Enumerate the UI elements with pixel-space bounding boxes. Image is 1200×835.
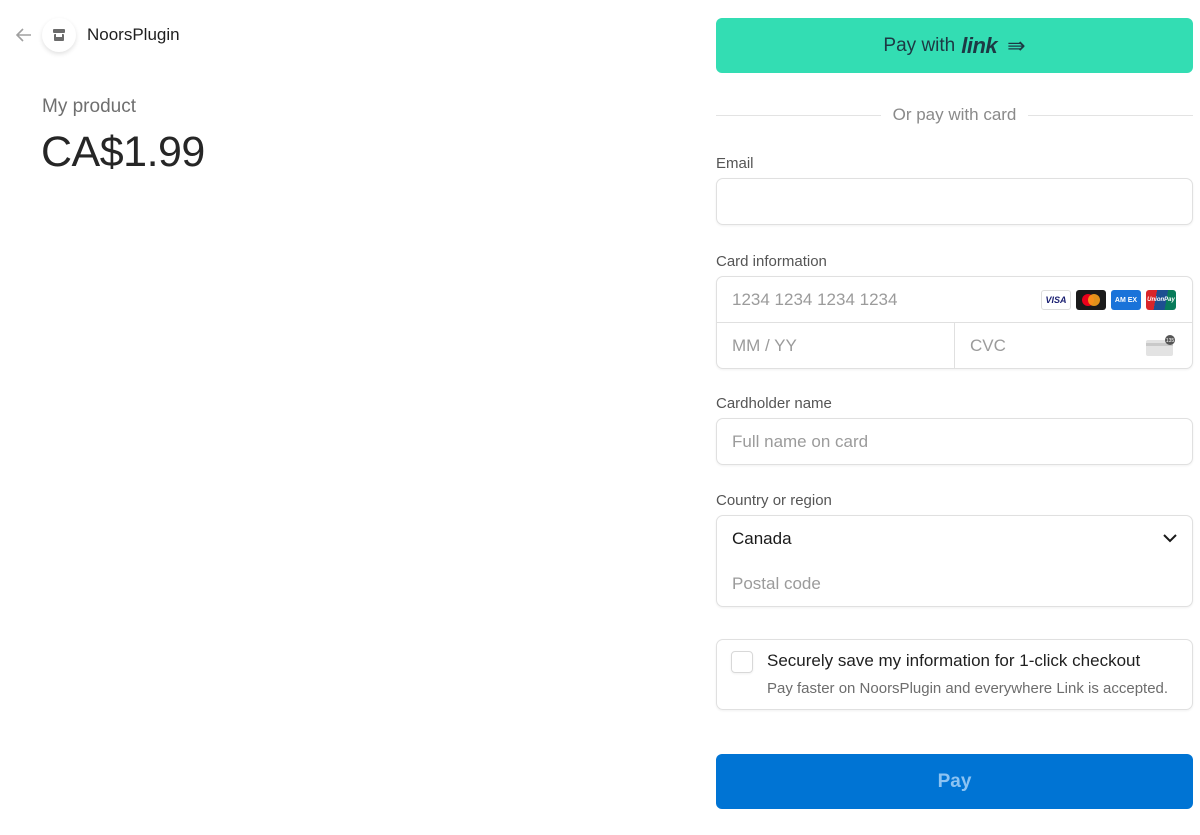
country-select[interactable]: Canada <box>717 516 1192 561</box>
postal-row <box>717 561 1192 606</box>
email-input[interactable] <box>717 179 1192 224</box>
save-info-checkbox[interactable] <box>731 651 753 673</box>
pay-button[interactable]: Pay <box>716 754 1193 809</box>
brand-logo <box>42 18 76 52</box>
postal-code-input[interactable] <box>717 561 1192 606</box>
mastercard-icon <box>1076 290 1106 310</box>
divider-text: Or pay with card <box>892 105 1017 124</box>
double-arrow-right-icon: ⇛ <box>1007 32 1026 58</box>
cvc-card-icon: 135 <box>1146 335 1175 356</box>
country-label: Country or region <box>716 492 832 509</box>
store-icon <box>53 29 65 41</box>
visa-icon: VISA <box>1041 290 1071 310</box>
link-button-prefix: Pay with <box>883 34 956 56</box>
unionpay-icon: UnionPay <box>1146 290 1176 310</box>
divider-line <box>1028 114 1194 116</box>
cardholder-box <box>716 418 1193 465</box>
payment-panel: Pay with link ⇛ Or pay with card Email C… <box>617 0 1200 835</box>
order-summary-panel: NoorsPlugin My product CA$1.99 <box>0 0 617 835</box>
header: NoorsPlugin <box>14 18 180 52</box>
chevron-down-icon <box>1163 534 1177 543</box>
save-info-description: Pay faster on NoorsPlugin and everywhere… <box>767 680 1169 697</box>
cvc-cell: 135 <box>954 323 1192 368</box>
or-divider: Or pay with card <box>716 105 1194 125</box>
expiry-cell <box>717 323 954 368</box>
save-info-title: Securely save my information for 1-click… <box>767 651 1141 670</box>
save-info-box: Securely save my information for 1-click… <box>716 639 1193 710</box>
email-label: Email <box>716 155 754 172</box>
card-expiry-cvc-row: 135 <box>717 322 1192 368</box>
divider-line <box>716 114 881 116</box>
cardholder-name-input[interactable] <box>717 419 1192 464</box>
back-button[interactable] <box>14 25 34 45</box>
product-name: My product <box>42 96 136 117</box>
product-price: CA$1.99 <box>41 128 205 176</box>
brand-name: NoorsPlugin <box>87 25 180 44</box>
card-brands: VISA AM EX UnionPay <box>1041 290 1176 310</box>
card-info-box: VISA AM EX UnionPay <box>716 276 1193 369</box>
pay-with-link-button[interactable]: Pay with link ⇛ <box>716 18 1193 73</box>
country-box: Canada <box>716 515 1193 607</box>
country-selected: Canada <box>732 528 792 548</box>
cardholder-label: Cardholder name <box>716 395 832 412</box>
arrow-left-icon <box>16 28 31 42</box>
email-field-box <box>716 178 1193 225</box>
card-info-label: Card information <box>716 253 827 270</box>
save-info-text: Securely save my information for 1-click… <box>767 651 1168 699</box>
amex-icon: AM EX <box>1111 290 1141 310</box>
expiry-input[interactable] <box>717 323 954 368</box>
card-number-row: VISA AM EX UnionPay <box>717 277 1192 322</box>
cvc-icon-text: 135 <box>1166 338 1175 344</box>
link-logo: link <box>961 32 998 58</box>
payment-form: Pay with link ⇛ Or pay with card Email C… <box>716 18 1194 809</box>
